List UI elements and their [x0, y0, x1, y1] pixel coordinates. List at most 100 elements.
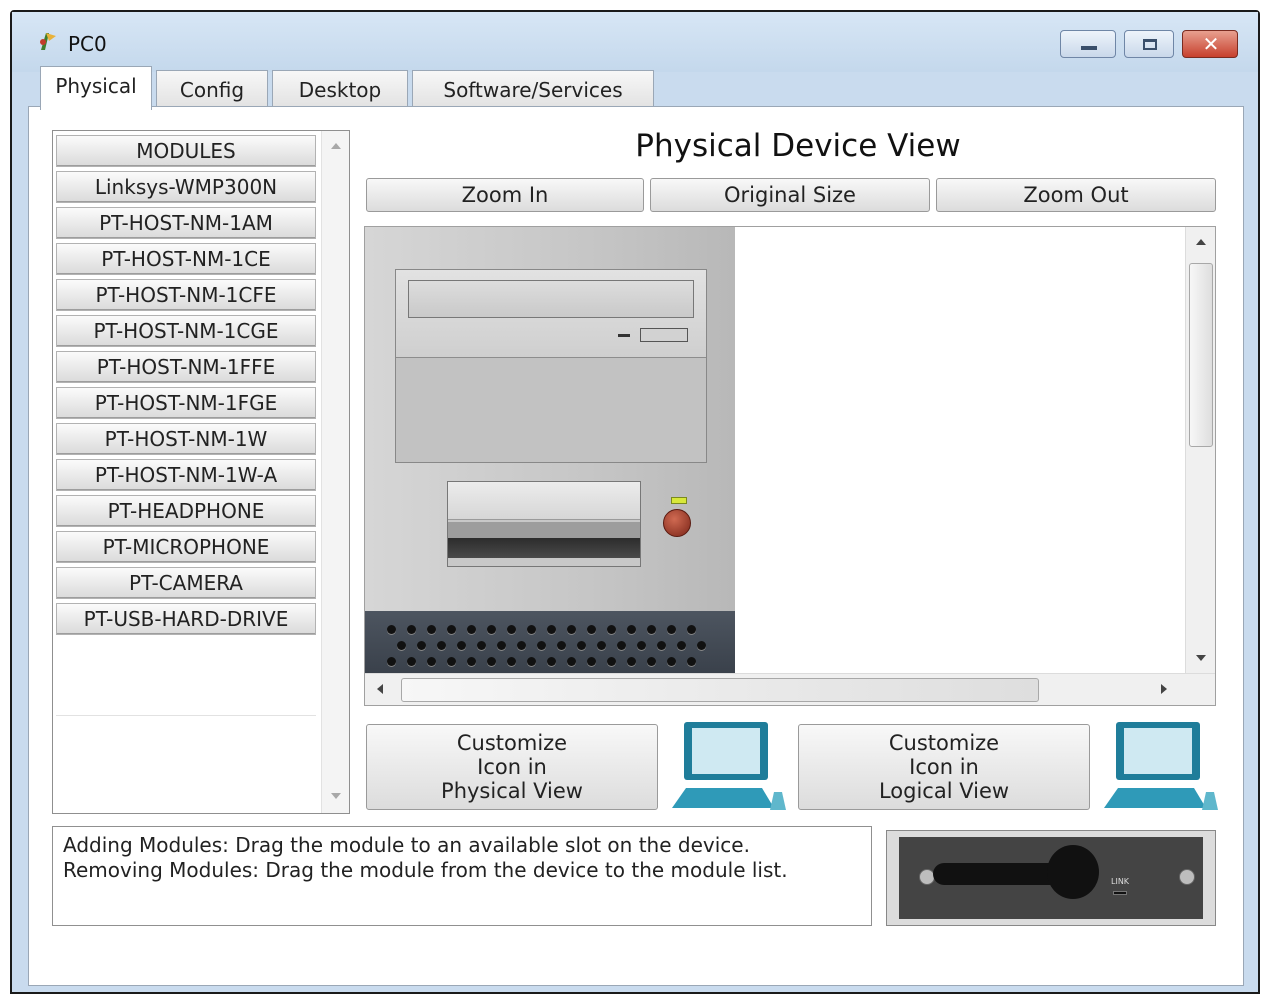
customize-physical-icon-button[interactable]: Customize Icon in Physical View [366, 724, 658, 810]
tab-desktop[interactable]: Desktop [272, 70, 408, 108]
scroll-down-arrow-icon[interactable] [331, 793, 341, 799]
viewport-vertical-scrollbar[interactable] [1185, 227, 1215, 673]
vent-hole [387, 625, 396, 634]
vent-hole [567, 625, 576, 634]
scroll-up-arrow-icon[interactable] [1196, 239, 1206, 245]
minimize-button[interactable] [1060, 30, 1116, 58]
vent-hole [587, 657, 596, 666]
scroll-up-arrow-icon[interactable] [331, 143, 341, 149]
modules-header[interactable]: MODULES [56, 135, 316, 167]
pc-monitor-icon [672, 722, 786, 810]
customize-line: Physical View [441, 779, 583, 803]
vent-hole [647, 625, 656, 634]
original-size-button[interactable]: Original Size [650, 178, 930, 212]
vent-hole [457, 641, 466, 650]
module-item[interactable]: PT-CAMERA [56, 567, 316, 599]
vent-hole [487, 625, 496, 634]
pc-monitor-icon [1104, 722, 1218, 810]
module-preview-image: LINK [886, 830, 1216, 926]
vent-hole [627, 625, 636, 634]
vent-hole [567, 657, 576, 666]
vent-hole [507, 657, 516, 666]
customize-line: Logical View [878, 779, 1010, 803]
viewport-horizontal-scrollbar[interactable] [365, 673, 1215, 705]
maximize-icon [1143, 39, 1157, 50]
vent-hole [667, 625, 676, 634]
vent-hole [467, 625, 476, 634]
vent-hole [697, 641, 706, 650]
vent-hole [647, 657, 656, 666]
floppy-drive [447, 481, 641, 567]
module-item[interactable]: PT-USB-HARD-DRIVE [56, 603, 316, 635]
module-list-divider [56, 715, 316, 716]
vent-hole [507, 625, 516, 634]
module-item[interactable]: PT-MICROPHONE [56, 531, 316, 563]
module-item[interactable]: PT-HOST-NM-1CE [56, 243, 316, 275]
customize-line: Customize [456, 731, 568, 755]
vent-hole [617, 641, 626, 650]
customize-logical-icon-button[interactable]: Customize Icon in Logical View [798, 724, 1090, 810]
vent-hole [527, 625, 536, 634]
pc-tower-image[interactable] [365, 227, 735, 673]
vent-hole [497, 641, 506, 650]
vent-hole [657, 641, 666, 650]
vent-hole [537, 641, 546, 650]
vent-hole [417, 641, 426, 650]
module-item[interactable]: PT-HOST-NM-1AM [56, 207, 316, 239]
vent-hole [607, 625, 616, 634]
physical-device-view-title: Physical Device View [635, 128, 961, 164]
tab-physical[interactable]: Physical [40, 66, 152, 110]
vent-hole [597, 641, 606, 650]
packet-tracer-icon [40, 33, 56, 50]
vent-hole [487, 657, 496, 666]
optical-drive-indicator [618, 334, 630, 337]
customize-line: Icon in [477, 755, 547, 779]
power-button[interactable] [663, 509, 691, 537]
module-item[interactable]: PT-HOST-NM-1CGE [56, 315, 316, 347]
module-list-scrollbar[interactable] [321, 131, 349, 813]
module-item[interactable]: PT-HOST-NM-1W-A [56, 459, 316, 491]
module-item[interactable]: PT-HOST-NM-1FGE [56, 387, 316, 419]
scroll-right-arrow-icon[interactable] [1161, 684, 1167, 694]
vent-hole [477, 641, 486, 650]
close-button[interactable]: ✕ [1182, 30, 1238, 58]
vent-hole [607, 657, 616, 666]
optical-eject-button [640, 328, 688, 342]
module-item[interactable]: PT-HEADPHONE [56, 495, 316, 527]
vent-hole [447, 657, 456, 666]
scroll-left-arrow-icon[interactable] [377, 684, 383, 694]
device-viewport[interactable] [364, 226, 1216, 706]
customize-line: Customize [888, 731, 1000, 755]
vent-hole [427, 625, 436, 634]
module-item[interactable]: PT-HOST-NM-1W [56, 423, 316, 455]
zoom-in-button[interactable]: Zoom In [366, 178, 644, 212]
module-list[interactable]: MODULES Linksys-WMP300N PT-HOST-NM-1AM P… [52, 130, 350, 814]
tab-config[interactable]: Config [156, 70, 268, 108]
tab-software-services[interactable]: Software/Services [412, 70, 654, 108]
module-faceplate: LINK [899, 837, 1203, 919]
vent-hole [467, 657, 476, 666]
optical-drive-tray [408, 280, 694, 318]
vent-hole [677, 641, 686, 650]
vent-hole [667, 657, 676, 666]
vent-hole [627, 657, 636, 666]
module-item[interactable]: PT-HOST-NM-1FFE [56, 351, 316, 383]
vent-hole [517, 641, 526, 650]
window-title: PC0 [68, 32, 107, 56]
horizontal-scroll-thumb[interactable] [401, 678, 1039, 702]
vent-hole [577, 641, 586, 650]
zoom-out-button[interactable]: Zoom Out [936, 178, 1216, 212]
pc0-window: PC0 ✕ Physical Config Desktop Software/S… [10, 10, 1260, 994]
title-bar[interactable]: PC0 ✕ [12, 12, 1258, 72]
screw-icon [1179, 869, 1195, 885]
vent-hole [407, 657, 416, 666]
vent-hole [437, 641, 446, 650]
vent-hole [397, 641, 406, 650]
scroll-down-arrow-icon[interactable] [1196, 655, 1206, 661]
maximize-button[interactable] [1124, 30, 1174, 58]
module-item[interactable]: Linksys-WMP300N [56, 171, 316, 203]
vertical-scroll-thumb[interactable] [1189, 263, 1213, 447]
vent-hole [637, 641, 646, 650]
module-item[interactable]: PT-HOST-NM-1CFE [56, 279, 316, 311]
optical-drive [396, 270, 706, 358]
